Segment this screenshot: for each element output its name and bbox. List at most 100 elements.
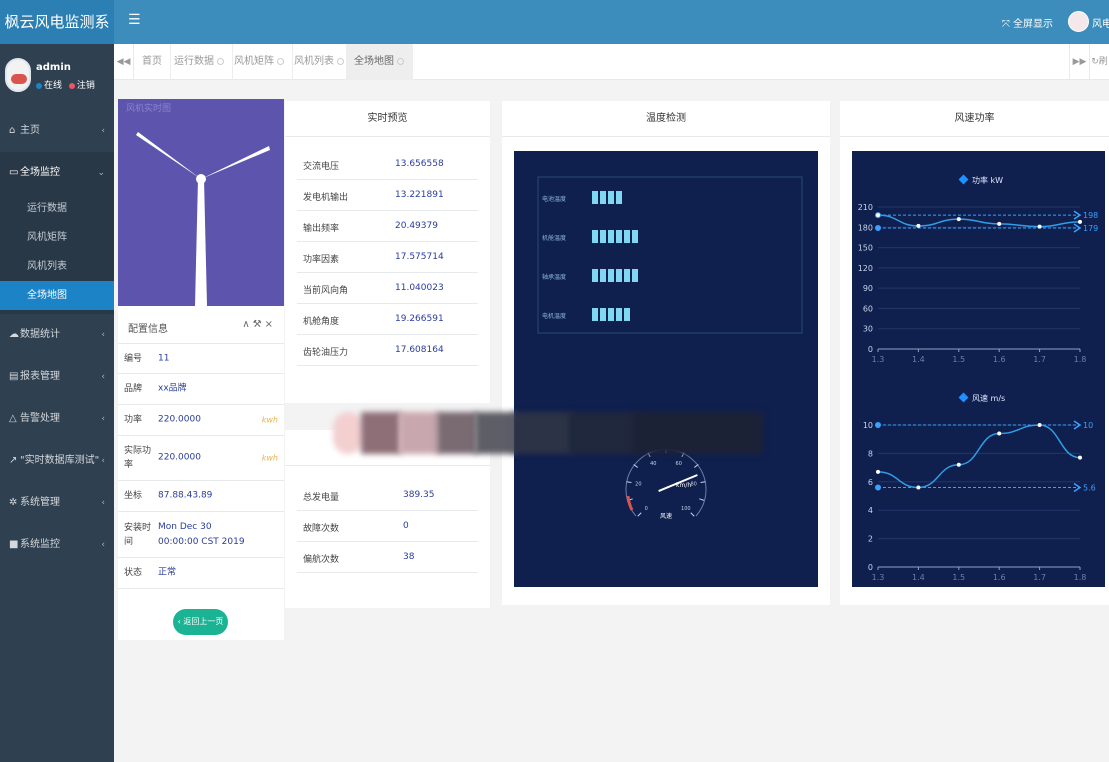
list-item: 发电机输出 13.221891 <box>297 180 478 211</box>
close-icon[interactable]: × <box>265 319 276 330</box>
tab-run-data[interactable]: 运行数据 <box>166 44 233 80</box>
close-icon[interactable] <box>277 57 284 65</box>
sidebar-subitem-matrix[interactable]: 风机矩阵 <box>0 223 114 252</box>
refresh-button[interactable]: ↻刷 <box>1089 44 1109 80</box>
row-value: 389.35 <box>403 490 435 500</box>
row-value: 正常 <box>158 567 177 578</box>
close-icon[interactable] <box>337 57 344 65</box>
y-tick-label: 10 <box>863 421 873 430</box>
sidebar-item-alarms[interactable]: △ 告警处理 ‹ <box>0 398 114 440</box>
temperature-title: 温度检测 <box>502 101 830 137</box>
y-tick-label: 180 <box>858 223 873 232</box>
back-button[interactable]: ‹ 返回上一页 <box>173 609 228 635</box>
config-row: 品牌 xx品牌 <box>118 374 284 405</box>
turbine-label: 风机实时图 <box>126 104 172 114</box>
y-tick-label: 150 <box>858 244 873 253</box>
row-unit: kwh <box>261 415 278 425</box>
sidebar-subitem-map[interactable]: 全场地图 <box>0 281 114 310</box>
gauge-tick <box>626 481 632 484</box>
temperature-panel: 温度检测 电池温度 机舱温度 轴承温度 电机温度 0 20 40 60 80 100 km/h 风速 <box>502 101 830 605</box>
gauge-tick <box>637 512 642 517</box>
temperature-graphic: 电池温度机舱温度轴承温度电机温度 0 20 40 60 80 100 km/h 风速 <box>537 176 803 520</box>
temp-bar-segment <box>624 269 630 282</box>
temp-bar-segment <box>608 191 614 204</box>
sidebar-item-rtdb-test[interactable]: ↗ "实时数据库测试" ‹ <box>0 440 114 482</box>
sidebar-item-reports[interactable]: ▤ 报表管理 ‹ <box>0 356 114 398</box>
series-point <box>916 485 921 490</box>
row-key: 偏航次数 <box>303 555 340 565</box>
list-item: 偏航次数 38 <box>297 542 478 573</box>
stats-title <box>285 430 490 466</box>
row-unit: kwh <box>261 453 278 463</box>
menu-toggle-icon[interactable]: ☰ <box>128 12 141 28</box>
video-icon: ■ <box>9 539 19 550</box>
mark-line-label: 5.6 <box>1083 483 1096 492</box>
tab-map[interactable]: 全场地图 <box>346 44 413 80</box>
list-item: 齿轮油压力 17.608164 <box>297 335 478 366</box>
x-tick-label: 1.6 <box>993 573 1006 582</box>
tab-scroll-right-icon[interactable]: ▶▶ <box>1069 44 1089 80</box>
chevron-left-icon: ‹ <box>101 540 105 550</box>
realtime-list: 交流电压 13.656558 发电机输出 13.221891 输出频率 20.4937… <box>285 137 490 366</box>
x-tick-label: 1.6 <box>993 355 1006 364</box>
temp-bar-segment <box>624 308 630 321</box>
sidebar-item-stats[interactable]: ☁数据统计 ‹ <box>0 314 114 356</box>
logout-link[interactable]: 注销 <box>77 81 95 91</box>
temp-bar-segment <box>632 230 638 243</box>
top-user-name[interactable]: 风电 <box>1092 15 1109 30</box>
temp-bar-segment <box>608 308 614 321</box>
sidebar-subitem-list[interactable]: 风机列表 <box>0 252 114 281</box>
temp-bar-segment <box>608 230 614 243</box>
sidebar-item-sys-monitor[interactable]: ■ 系统监控 ‹ <box>0 524 114 566</box>
file-icon: ▤ <box>9 371 19 382</box>
row-value: 38 <box>403 552 415 562</box>
config-row: 坐标 87.88.43.89 <box>118 481 284 512</box>
row-key: 品牌 <box>124 384 143 394</box>
gauge-tick <box>699 498 705 501</box>
row-key: 安装时间 <box>124 522 152 547</box>
sidebar-item-monitor[interactable]: ▭ 全场监控 ⌄ <box>0 152 114 194</box>
row-key: 发电机输出 <box>303 193 349 203</box>
row-value: 11.040023 <box>395 283 444 293</box>
logout-dot-icon <box>68 82 75 89</box>
chevron-left-icon: ‹ <box>101 372 105 382</box>
chevron-left-icon: ‹ <box>101 414 105 424</box>
series-point <box>1078 455 1082 460</box>
row-value: xx品牌 <box>158 383 187 394</box>
y-tick-label: 30 <box>863 325 873 334</box>
fullscreen-button[interactable]: ⤧ 全屏显示 <box>1002 15 1053 30</box>
top-avatar[interactable] <box>1068 11 1089 32</box>
sidebar-subitem-run-data[interactable]: 运行数据 <box>0 194 114 223</box>
gauge-tick-label: 20 <box>635 482 641 488</box>
series-point <box>1037 224 1042 229</box>
power-screen: 功率 kW 0 30 60 90 120 150 180 210 1.3 1.4 1.5 1.6 1.7 1… <box>852 151 1105 587</box>
gauge-tick-label: 0 <box>645 506 648 512</box>
chevron-left-icon: ‹ <box>101 456 105 466</box>
temp-bar-segment <box>624 230 630 243</box>
mark-line-label: 179 <box>1083 224 1098 233</box>
list-item: 输出频率 20.49379 <box>297 211 478 242</box>
avatar[interactable] <box>5 58 31 92</box>
top-bar: ☰ ⤧ 全屏显示 风电 <box>114 0 1109 44</box>
row-key: 编号 <box>124 353 143 364</box>
gauge-tick <box>690 512 695 517</box>
config-row: 编号 11 <box>118 344 284 374</box>
sidebar-item-system[interactable]: ✲ 系统管理 ‹ <box>0 482 114 524</box>
tab-matrix[interactable]: 风机矩阵 <box>226 44 293 80</box>
wrench-icon[interactable]: ⚒ <box>253 319 265 330</box>
close-icon[interactable] <box>217 57 224 65</box>
sidebar-item-home[interactable]: ⌂ 主页 ‹ <box>0 110 114 152</box>
series-point <box>956 462 961 467</box>
tab-list[interactable]: 风机列表 <box>286 44 353 80</box>
temp-label: 轴承温度 <box>542 273 566 281</box>
wind-chart: 风速 m/s 0 2 4 6 8 10 1.3 1.4 1.5 1.6 1.7 1.8 10 5.6 <box>863 392 1096 582</box>
close-icon[interactable] <box>397 57 404 65</box>
tab-scroll-left-icon[interactable]: ◀◀ <box>114 44 134 80</box>
bell-icon: △ <box>9 413 17 424</box>
stats-panel: 总发电量 389.35 故障次数 0 偏航次数 38 <box>285 430 490 608</box>
chevron-left-icon: ‹ <box>101 498 105 508</box>
collapse-icon[interactable]: ∧ <box>242 319 252 330</box>
temp-label: 机舱温度 <box>542 234 566 242</box>
series-line <box>877 214 1081 228</box>
sidebar-item-label: 告警处理 <box>20 413 60 424</box>
